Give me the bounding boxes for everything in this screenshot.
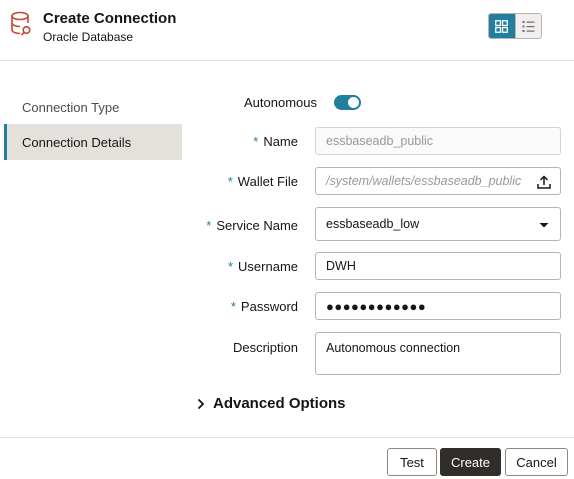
nav-item-label: Connection Details [22, 134, 132, 150]
list-view-icon [522, 20, 535, 32]
password-input[interactable]: ●●●●●●●●●●●● [315, 292, 561, 320]
name-field[interactable]: essbaseadb_public [315, 127, 561, 155]
service-name-label: * Service Name [206, 218, 298, 233]
required-marker: * [253, 134, 259, 149]
toggle-knob [348, 97, 359, 108]
description-label: Description [232, 340, 298, 355]
autonomous-toggle[interactable] [334, 95, 361, 110]
wallet-file-placeholder: /system/wallets/essbaseadb_public [326, 174, 522, 188]
wallet-file-label: * Wallet File [227, 174, 298, 189]
dialog-header: Create Connection Oracle Database [0, 0, 574, 60]
required-marker: * [230, 299, 236, 314]
password-value: ●●●●●●●●●●●● [326, 298, 427, 314]
name-placeholder: essbaseadb_public [326, 134, 434, 148]
dialog-title: Create Connection [43, 10, 177, 27]
service-name-value: essbaseadb_low [326, 217, 420, 231]
grid-view-button[interactable] [489, 14, 515, 38]
chevron-right-icon [197, 398, 205, 409]
list-view-button[interactable] [514, 14, 541, 38]
required-marker: * [227, 259, 234, 274]
name-label: * Name [253, 134, 298, 149]
description-textarea[interactable]: Autonomous connection [315, 332, 561, 375]
dialog-subtitle: Oracle Database [43, 30, 134, 44]
upload-icon[interactable] [536, 174, 552, 190]
database-icon [11, 11, 31, 36]
required-marker: * [227, 174, 233, 189]
advanced-options-toggle[interactable]: Advanced Options [196, 395, 346, 412]
required-marker: * [206, 218, 212, 233]
nav-item-label: Connection Type [22, 99, 120, 115]
username-value: DWH [326, 259, 356, 273]
description-value: Autonomous connection [326, 341, 461, 355]
wallet-file-field[interactable]: /system/wallets/essbaseadb_public [315, 167, 561, 195]
header-divider [0, 60, 574, 61]
create-button[interactable]: Create [440, 448, 501, 476]
cancel-button[interactable]: Cancel [505, 448, 568, 476]
test-button[interactable]: Test [387, 448, 437, 476]
nav-item-connection-type[interactable]: Connection Type [4, 89, 182, 125]
password-label: * Password [230, 299, 298, 314]
advanced-options-label: Advanced Options [213, 395, 346, 412]
username-input[interactable]: DWH [315, 252, 561, 280]
caret-down-icon [539, 223, 549, 228]
footer-divider [0, 437, 574, 438]
autonomous-label: Autonomous [244, 95, 317, 110]
view-toggle [488, 13, 542, 39]
username-label: * Username [227, 259, 298, 274]
grid-view-icon [495, 19, 509, 33]
service-name-select[interactable]: essbaseadb_low [315, 207, 561, 241]
